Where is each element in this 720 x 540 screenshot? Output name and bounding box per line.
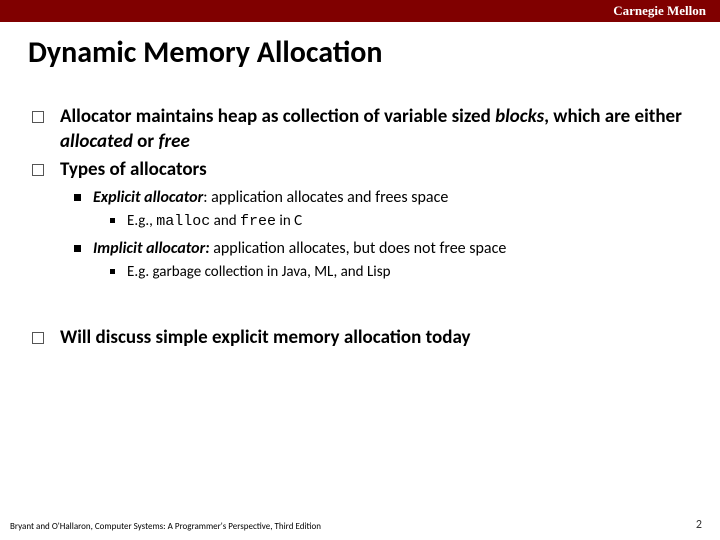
bullet-2b1: E.g. garbage collection in Java, ML, and…	[110, 262, 692, 282]
text-fragment: : application allocates and frees space	[203, 188, 448, 207]
text-fragment: and	[210, 212, 240, 230]
text-fragment: or	[133, 130, 159, 153]
text-fragment: in C	[276, 212, 302, 230]
bullet-2a-text: Explicit allocator: application allocate…	[93, 187, 448, 209]
text-fragment: , which are either	[544, 105, 682, 128]
bullet-2: Types of allocators	[32, 158, 692, 183]
bullet-3: Will discuss simple explicit memory allo…	[32, 326, 692, 351]
slide-title: Dynamic Memory Allocation	[28, 34, 692, 71]
filled-square-icon	[74, 194, 81, 201]
text-fragment: Allocator maintains heap as collection o…	[60, 105, 495, 128]
code-malloc: malloc	[156, 213, 210, 230]
bullet-1-text: Allocator maintains heap as collection o…	[60, 105, 692, 154]
square-bullet-icon	[32, 164, 44, 176]
footer: Bryant and O'Hallaron, Computer Systems:…	[10, 518, 702, 532]
text-emph-allocated: allocated	[60, 130, 133, 153]
bullet-1: Allocator maintains heap as collection o…	[32, 105, 692, 154]
filled-square-icon	[74, 245, 81, 252]
bullet-2a1: E.g., malloc and free in C	[110, 211, 692, 232]
bullet-2b1-text: E.g. garbage collection in Java, ML, and…	[127, 262, 390, 282]
text-lead-explicit: Explicit allocator	[93, 188, 203, 207]
page-number: 2	[696, 518, 702, 532]
slide-body: Dynamic Memory Allocation Allocator main…	[0, 22, 720, 350]
text-lead-implicit: Implicit allocator:	[93, 239, 210, 258]
text-emph-blocks: blocks	[495, 105, 544, 128]
bullet-2b-text: Implicit allocator: application allocate…	[93, 238, 506, 260]
header-bar: Carnegie Mellon	[0, 0, 720, 22]
header-brand: Carnegie Mellon	[613, 3, 706, 19]
text-emph-free: free	[158, 130, 189, 153]
code-free: free	[240, 213, 276, 230]
footer-citation: Bryant and O'Hallaron, Computer Systems:…	[10, 521, 321, 532]
filled-square-icon	[110, 218, 115, 223]
filled-square-icon	[110, 269, 115, 274]
text-fragment: application allocates, but does not free…	[210, 239, 507, 258]
bullet-2a: Explicit allocator: application allocate…	[74, 187, 692, 209]
bullet-2-text: Types of allocators	[60, 158, 207, 183]
text-fragment: E.g.,	[127, 212, 156, 230]
square-bullet-icon	[32, 332, 44, 344]
bullet-2a1-text: E.g., malloc and free in C	[127, 211, 302, 232]
content-area: Allocator maintains heap as collection o…	[28, 105, 692, 350]
square-bullet-icon	[32, 111, 44, 123]
bullet-2b: Implicit allocator: application allocate…	[74, 238, 692, 260]
bullet-3-text: Will discuss simple explicit memory allo…	[60, 326, 470, 351]
